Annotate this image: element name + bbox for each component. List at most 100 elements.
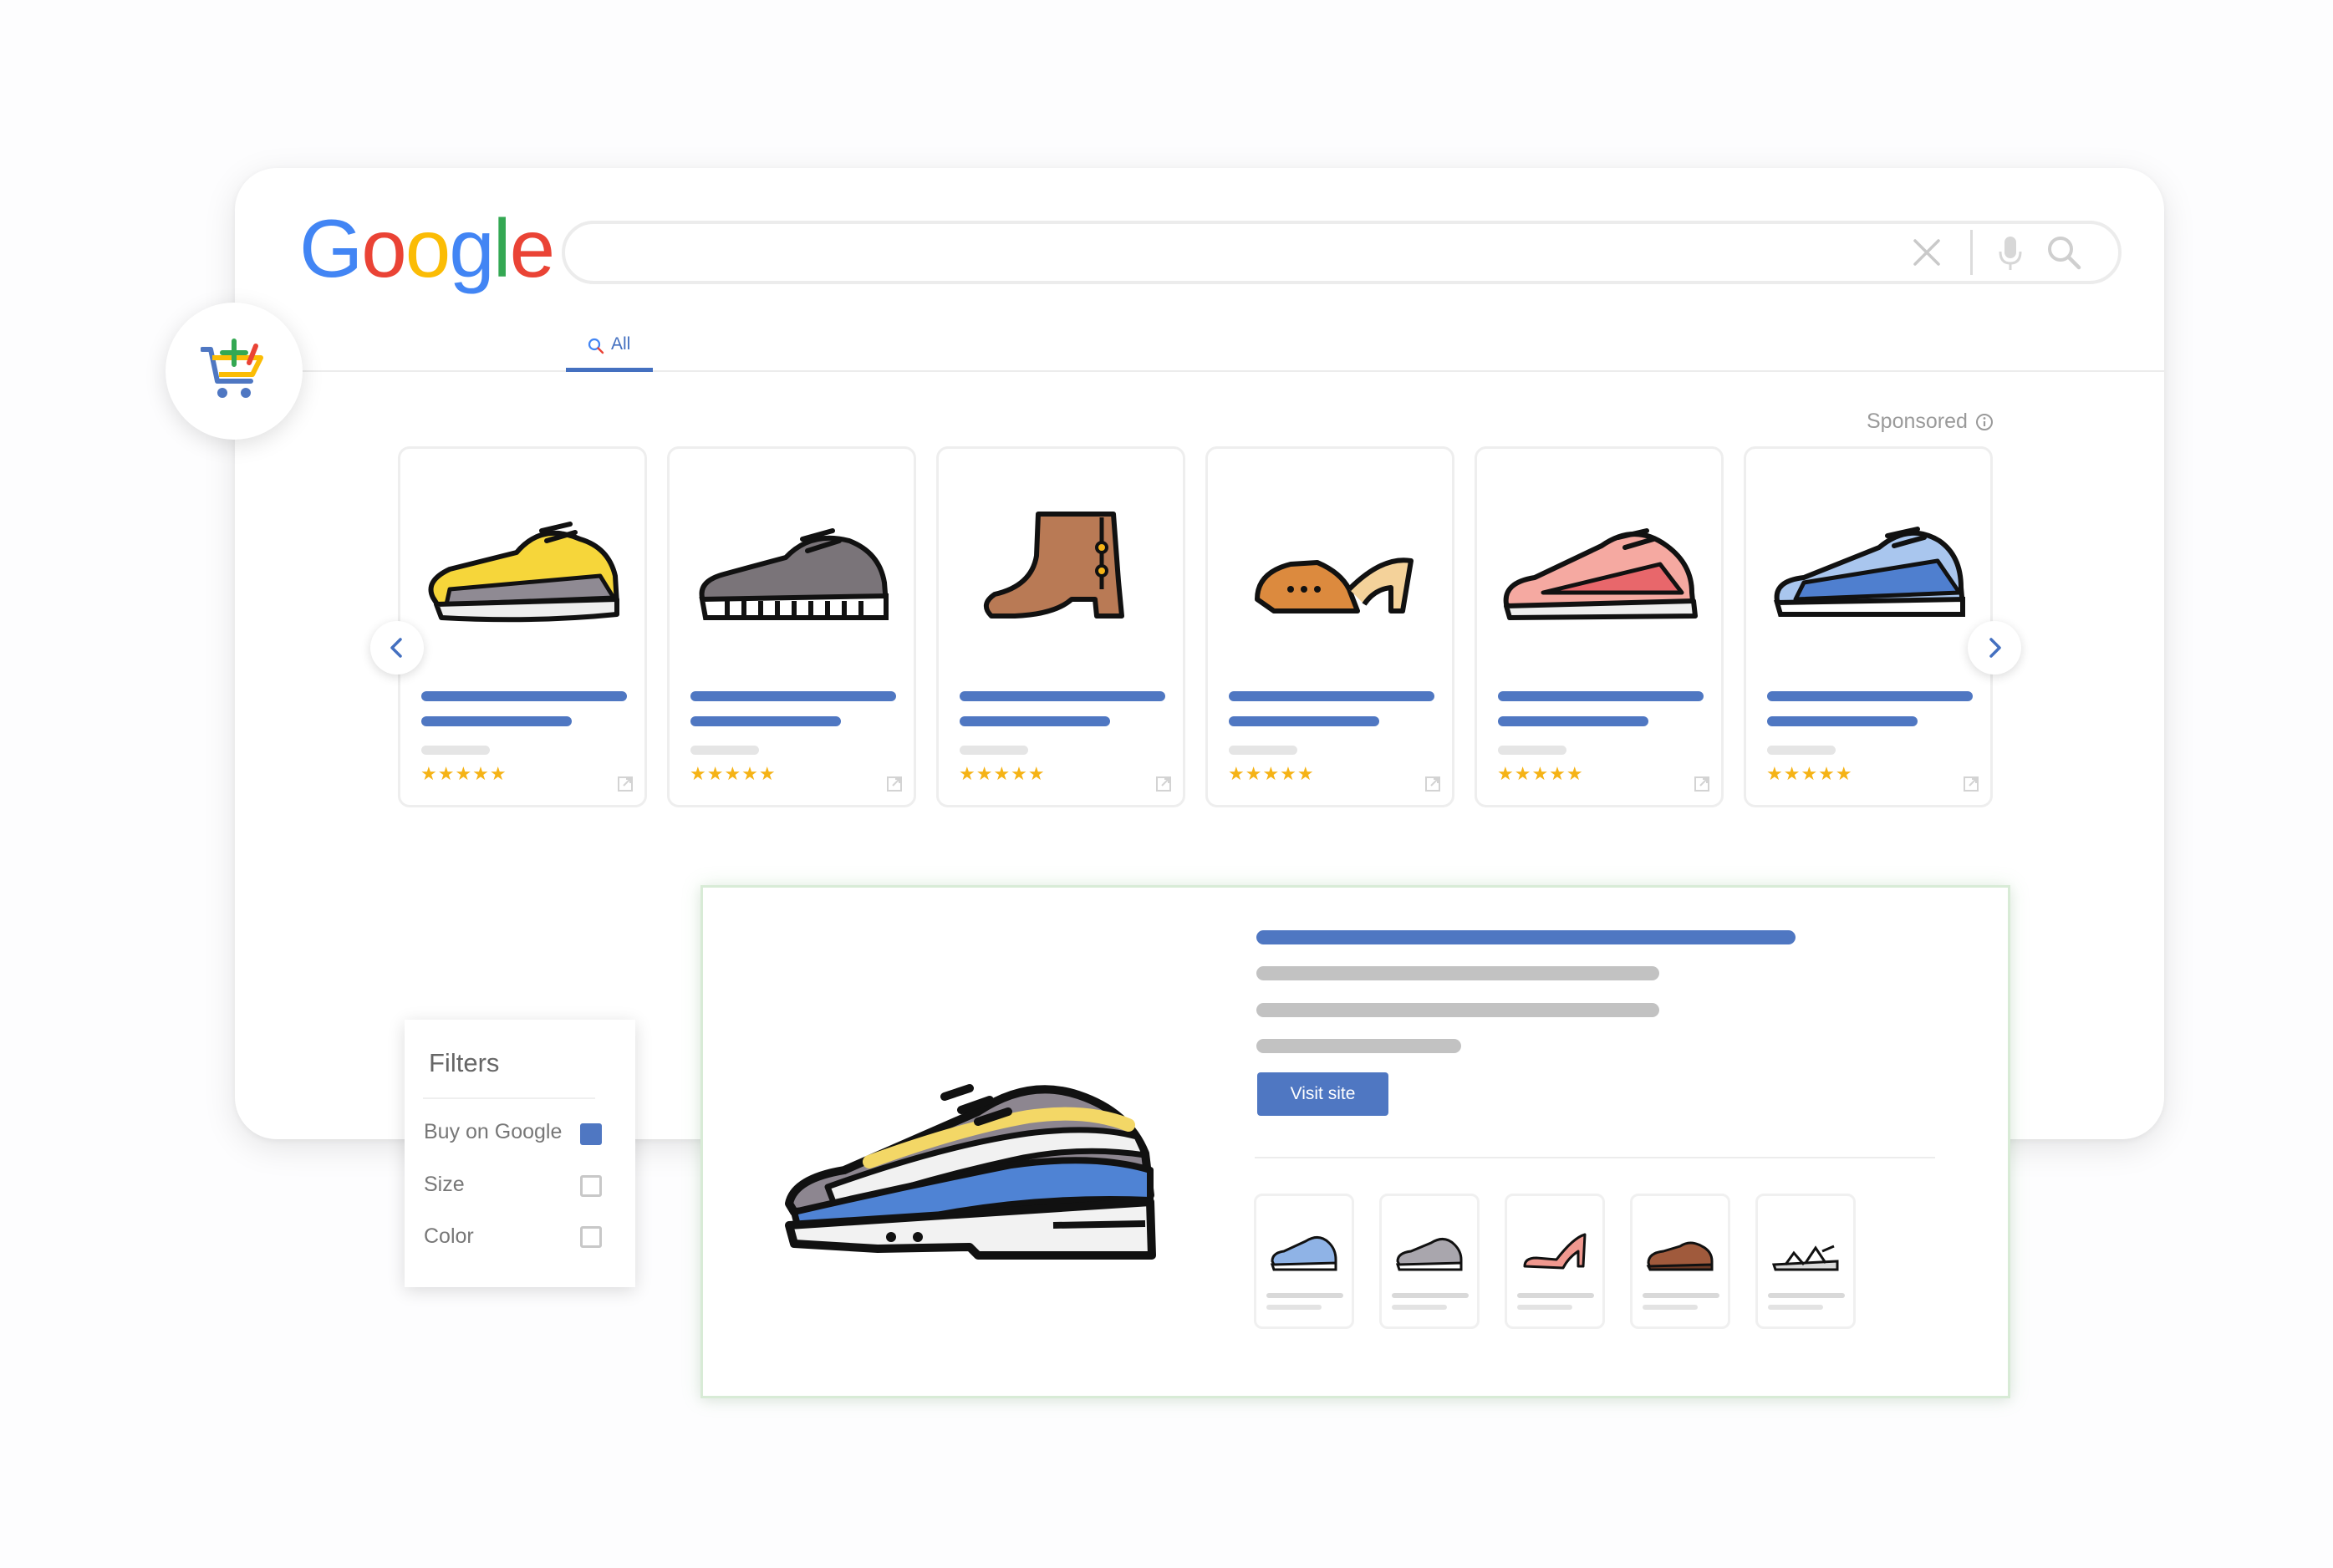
ankle-boot-icon [984,512,1124,619]
related-product-thumb[interactable] [1630,1194,1730,1329]
subtitle-placeholder [421,716,572,726]
external-link-icon[interactable] [1154,775,1173,793]
filter-label-size: Size [424,1173,465,1196]
price-placeholder [690,746,759,755]
related-product-thumb[interactable] [1755,1194,1856,1329]
search-divider [1970,230,1973,275]
subtitle-placeholder [960,716,1110,726]
rating-stars: ★★★★★ [959,763,1046,784]
related-product-thumb[interactable] [1505,1194,1605,1329]
filter-checkbox-color[interactable] [580,1226,602,1248]
product-card[interactable]: ★★★★★ [398,446,647,807]
mic-icon[interactable] [1998,235,2023,272]
logo-letter-g: G [299,202,363,294]
google-logo[interactable]: Google [299,207,555,289]
price-placeholder [1767,746,1836,755]
subtitle-placeholder [1229,716,1379,726]
pink-heel-icon [1523,1233,1587,1270]
brown-oxford-icon [1646,1241,1714,1271]
filter-checkbox-size[interactable] [580,1175,602,1197]
search-input[interactable] [562,221,2122,284]
detail-text-placeholder [1256,966,1659,980]
tab-all[interactable] [566,329,653,373]
carousel-next-button[interactable] [1968,621,2021,675]
featured-sneaker-image [785,1084,1156,1260]
thumb-price-placeholder [1643,1305,1698,1310]
chevron-left-icon [390,638,402,658]
info-icon[interactable] [1975,413,1994,431]
thumb-price-placeholder [1517,1305,1572,1310]
logo-letter-o1: o [361,202,406,294]
thumb-price-placeholder [1392,1305,1447,1310]
sponsored-label: Sponsored [1867,410,1968,433]
product-card[interactable]: ★★★★★ [667,446,916,807]
mule-heel-icon [1255,557,1414,613]
blue-sneaker-icon [1270,1236,1337,1271]
product-card[interactable]: ★★★★★ [1744,446,1993,807]
price-placeholder [960,746,1028,755]
detail-divider [1255,1157,1935,1158]
thumb-title-placeholder [1392,1293,1469,1298]
search-icon[interactable] [2045,234,2082,271]
rating-stars: ★★★★★ [1497,763,1584,784]
price-placeholder [1229,746,1297,755]
filters-divider [423,1097,595,1099]
price-placeholder [421,746,490,755]
title-placeholder [960,691,1165,701]
detail-text-placeholder [1256,1039,1461,1053]
rating-stars: ★★★★★ [420,763,507,784]
external-link-icon[interactable] [616,775,634,793]
related-product-thumb[interactable] [1254,1194,1354,1329]
filter-checkbox-buy-on-google[interactable] [580,1123,602,1145]
logo-letter-l: l [492,202,512,294]
add-to-cart-badge[interactable] [166,303,303,440]
logo-letter-e: e [509,202,555,294]
title-placeholder [421,691,627,701]
title-placeholder [1229,691,1434,701]
price-placeholder [1498,746,1566,755]
visit-site-button[interactable]: Visit site [1257,1072,1388,1116]
related-product-thumb[interactable] [1379,1194,1480,1329]
rating-stars: ★★★★★ [690,763,777,784]
add-to-cart-icon [201,339,263,398]
chevron-right-icon [1989,638,2001,658]
external-link-icon[interactable] [1962,775,1980,793]
product-card[interactable]: ★★★★★ [1475,446,1724,807]
thumb-title-placeholder [1768,1293,1845,1298]
rating-stars: ★★★★★ [1228,763,1315,784]
thumb-title-placeholder [1266,1293,1343,1298]
grey-sneaker-icon [1395,1238,1463,1271]
detail-text-placeholder [1256,1003,1659,1017]
title-placeholder [1767,691,1973,701]
clear-icon[interactable] [1910,236,1943,269]
rating-stars: ★★★★★ [1766,763,1853,784]
subtitle-placeholder [1498,716,1648,726]
title-placeholder [690,691,896,701]
grey-sneaker-icon [699,528,889,620]
subtitle-placeholder [690,716,841,726]
sandal-icon [1771,1245,1839,1271]
subtitle-placeholder [1767,716,1918,726]
thumb-title-placeholder [1517,1293,1594,1298]
pink-sneaker-icon [1503,528,1698,620]
external-link-icon[interactable] [885,775,904,793]
logo-letter-g2: g [449,202,494,294]
tabs-divider [235,370,2164,372]
tab-active-indicator [566,368,653,372]
carousel-prev-button[interactable] [370,621,424,675]
product-card[interactable]: ★★★★★ [936,446,1185,807]
thumb-title-placeholder [1643,1293,1719,1298]
filters-title: Filters [429,1048,500,1077]
filter-label-color: Color [424,1224,474,1248]
blue-sneaker-icon [1774,527,1965,617]
thumb-price-placeholder [1266,1305,1322,1310]
logo-letter-o2: o [405,202,451,294]
product-card[interactable]: ★★★★★ [1205,446,1454,807]
search-icon [588,338,604,354]
external-link-icon[interactable] [1424,775,1442,793]
detail-title-placeholder [1256,930,1796,944]
external-link-icon[interactable] [1693,775,1711,793]
tab-all-label: All [611,334,631,354]
filter-label-buy-on-google: Buy on Google [424,1120,563,1143]
thumb-price-placeholder [1768,1305,1823,1310]
